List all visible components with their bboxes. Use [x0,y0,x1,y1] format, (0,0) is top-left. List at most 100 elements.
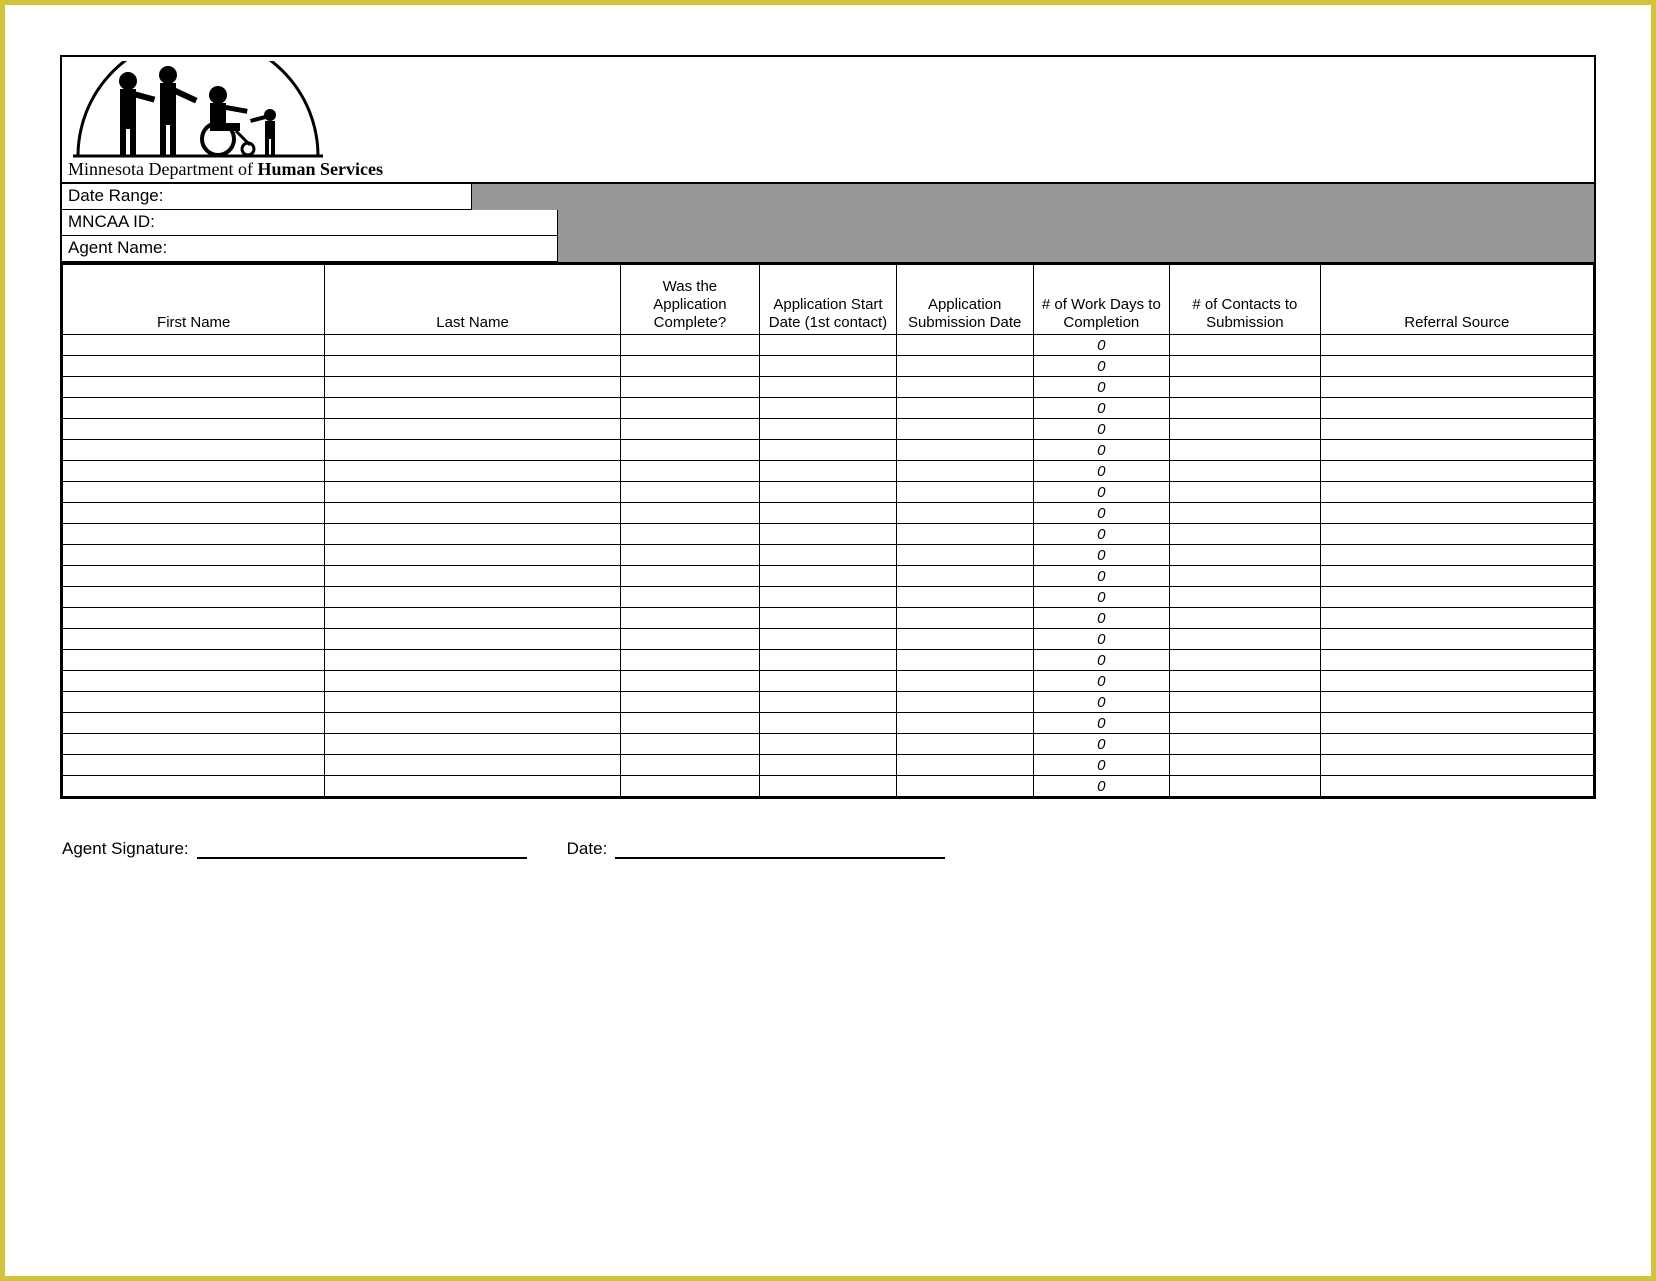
cell-last-name[interactable] [325,419,620,440]
cell-last-name[interactable] [325,776,620,797]
cell-start-date[interactable] [760,377,897,398]
cell-last-name[interactable] [325,524,620,545]
cell-start-date[interactable] [760,587,897,608]
cell-first-name[interactable] [63,671,325,692]
cell-referral[interactable] [1320,524,1593,545]
cell-work-days[interactable]: 0 [1033,461,1170,482]
cell-contacts[interactable] [1170,650,1320,671]
cell-complete[interactable] [620,629,759,650]
cell-first-name[interactable] [63,545,325,566]
cell-referral[interactable] [1320,545,1593,566]
cell-complete[interactable] [620,419,759,440]
cell-first-name[interactable] [63,503,325,524]
cell-submit-date[interactable] [896,356,1033,377]
cell-last-name[interactable] [325,566,620,587]
cell-first-name[interactable] [63,650,325,671]
cell-work-days[interactable]: 0 [1033,734,1170,755]
cell-last-name[interactable] [325,692,620,713]
cell-first-name[interactable] [63,734,325,755]
agent-name-field[interactable]: Agent Name: [62,236,558,262]
cell-last-name[interactable] [325,482,620,503]
cell-complete[interactable] [620,713,759,734]
cell-last-name[interactable] [325,398,620,419]
cell-contacts[interactable] [1170,734,1320,755]
cell-referral[interactable] [1320,650,1593,671]
cell-start-date[interactable] [760,713,897,734]
cell-submit-date[interactable] [896,692,1033,713]
cell-first-name[interactable] [63,440,325,461]
cell-start-date[interactable] [760,356,897,377]
cell-last-name[interactable] [325,608,620,629]
cell-work-days[interactable]: 0 [1033,503,1170,524]
cell-start-date[interactable] [760,650,897,671]
cell-referral[interactable] [1320,356,1593,377]
cell-first-name[interactable] [63,398,325,419]
cell-last-name[interactable] [325,356,620,377]
cell-referral[interactable] [1320,671,1593,692]
cell-last-name[interactable] [325,713,620,734]
cell-work-days[interactable]: 0 [1033,545,1170,566]
cell-start-date[interactable] [760,734,897,755]
cell-submit-date[interactable] [896,650,1033,671]
cell-submit-date[interactable] [896,755,1033,776]
cell-start-date[interactable] [760,566,897,587]
cell-work-days[interactable]: 0 [1033,419,1170,440]
cell-contacts[interactable] [1170,608,1320,629]
cell-complete[interactable] [620,608,759,629]
cell-last-name[interactable] [325,503,620,524]
cell-work-days[interactable]: 0 [1033,440,1170,461]
cell-referral[interactable] [1320,608,1593,629]
cell-start-date[interactable] [760,335,897,356]
cell-work-days[interactable]: 0 [1033,335,1170,356]
cell-first-name[interactable] [63,419,325,440]
cell-last-name[interactable] [325,587,620,608]
cell-first-name[interactable] [63,461,325,482]
cell-submit-date[interactable] [896,461,1033,482]
cell-submit-date[interactable] [896,713,1033,734]
cell-work-days[interactable]: 0 [1033,566,1170,587]
cell-work-days[interactable]: 0 [1033,692,1170,713]
cell-first-name[interactable] [63,608,325,629]
cell-contacts[interactable] [1170,482,1320,503]
cell-complete[interactable] [620,440,759,461]
cell-referral[interactable] [1320,776,1593,797]
cell-submit-date[interactable] [896,377,1033,398]
cell-last-name[interactable] [325,755,620,776]
cell-contacts[interactable] [1170,503,1320,524]
cell-start-date[interactable] [760,482,897,503]
cell-start-date[interactable] [760,398,897,419]
cell-referral[interactable] [1320,482,1593,503]
cell-referral[interactable] [1320,734,1593,755]
cell-complete[interactable] [620,566,759,587]
cell-submit-date[interactable] [896,398,1033,419]
cell-contacts[interactable] [1170,671,1320,692]
cell-complete[interactable] [620,755,759,776]
cell-complete[interactable] [620,587,759,608]
mncaa-id-field[interactable]: MNCAA ID: [62,210,558,236]
cell-submit-date[interactable] [896,335,1033,356]
cell-complete[interactable] [620,524,759,545]
cell-complete[interactable] [620,335,759,356]
cell-referral[interactable] [1320,461,1593,482]
cell-work-days[interactable]: 0 [1033,587,1170,608]
cell-contacts[interactable] [1170,566,1320,587]
cell-work-days[interactable]: 0 [1033,650,1170,671]
cell-first-name[interactable] [63,566,325,587]
cell-last-name[interactable] [325,629,620,650]
cell-start-date[interactable] [760,608,897,629]
cell-start-date[interactable] [760,629,897,650]
cell-referral[interactable] [1320,713,1593,734]
cell-work-days[interactable]: 0 [1033,629,1170,650]
cell-start-date[interactable] [760,503,897,524]
cell-contacts[interactable] [1170,545,1320,566]
cell-first-name[interactable] [63,482,325,503]
cell-contacts[interactable] [1170,524,1320,545]
cell-first-name[interactable] [63,776,325,797]
cell-first-name[interactable] [63,356,325,377]
cell-complete[interactable] [620,377,759,398]
cell-work-days[interactable]: 0 [1033,482,1170,503]
cell-referral[interactable] [1320,398,1593,419]
cell-referral[interactable] [1320,419,1593,440]
cell-complete[interactable] [620,545,759,566]
cell-work-days[interactable]: 0 [1033,524,1170,545]
